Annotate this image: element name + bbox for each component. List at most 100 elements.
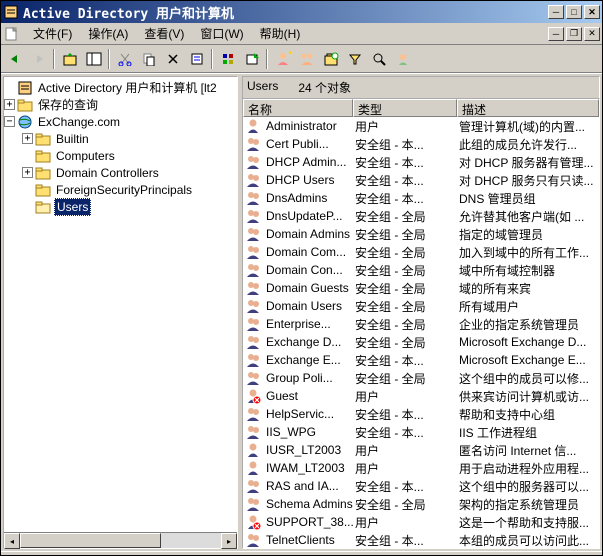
expander-icon[interactable]: + (22, 167, 33, 178)
list-item[interactable]: IUSR_LT2003用户匿名访问 Internet 信... (243, 441, 599, 459)
titlebar[interactable]: Active Directory 用户和计算机 ─ □ ✕ (1, 1, 602, 23)
tree-users[interactable]: Users (4, 198, 237, 215)
refresh-button[interactable] (216, 48, 239, 70)
cut-button[interactable] (113, 48, 136, 70)
tree-view[interactable]: Active Directory 用户和计算机 [lt2+保存的查询−ExCha… (4, 77, 237, 532)
menu-view[interactable]: 查看(V) (136, 23, 192, 44)
tree-node-icon (35, 165, 51, 181)
item-name: HelpServic... (266, 407, 334, 421)
tree-computers[interactable]: Computers (4, 147, 237, 164)
scroll-left-button[interactable]: ◂ (4, 533, 20, 549)
item-type: 安全组 - 本... (353, 478, 457, 495)
tree-root[interactable]: Active Directory 用户和计算机 [lt2 (4, 79, 237, 96)
copy-button[interactable] (137, 48, 160, 70)
expander-icon[interactable]: + (22, 133, 33, 144)
close-button[interactable]: ✕ (584, 5, 600, 19)
forward-button[interactable] (27, 48, 50, 70)
list-item[interactable]: Exchange E...安全组 - 本...Microsoft Exchang… (243, 351, 599, 369)
delete-button[interactable] (161, 48, 184, 70)
group-icon (245, 298, 261, 314)
new-user-button[interactable]: ✦ (271, 48, 294, 70)
item-name: Enterprise... (266, 317, 331, 331)
list-item[interactable]: Exchange D...安全组 - 全局Microsoft Exchange … (243, 333, 599, 351)
expander-icon[interactable]: − (4, 116, 15, 127)
scroll-right-button[interactable]: ▸ (221, 533, 237, 549)
minimize-button[interactable]: ─ (548, 5, 564, 19)
item-name: Domain Users (266, 299, 342, 313)
new-ou-button[interactable] (319, 48, 342, 70)
item-name: Administrator (266, 119, 337, 133)
add-member-button[interactable] (391, 48, 414, 70)
list-item[interactable]: Enterprise... 安全组 - 全局企业的指定系统管理员 (243, 315, 599, 333)
item-type: 安全组 - 本... (353, 532, 457, 549)
item-desc: DNS 管理员组 (457, 190, 599, 207)
list-item[interactable]: Group Poli...安全组 - 全局这个组中的成员可以修... (243, 369, 599, 387)
item-name: Exchange E... (266, 353, 341, 367)
list-item[interactable]: Domain Users安全组 - 全局所有域用户 (243, 297, 599, 315)
tree-saved-queries[interactable]: +保存的查询 (4, 96, 237, 113)
new-group-button[interactable] (295, 48, 318, 70)
menu-file[interactable]: 文件(F) (25, 23, 80, 44)
list-item[interactable]: HelpServic...安全组 - 本...帮助和支持中心组 (243, 405, 599, 423)
list-item[interactable]: DnsAdmins安全组 - 本...DNS 管理员组 (243, 189, 599, 207)
tree-domain[interactable]: −ExChange.com (4, 113, 237, 130)
main-window: Active Directory 用户和计算机 ─ □ ✕ 文件(F) 操作(A… (0, 0, 603, 556)
item-desc: 这是一个帮助和支持服... (457, 514, 599, 531)
item-name: Guest (266, 389, 298, 403)
list-item[interactable]: Domain Com...安全组 - 全局加入到域中的所有工作... (243, 243, 599, 261)
column-type[interactable]: 类型 (353, 99, 457, 117)
show-tree-button[interactable] (82, 48, 105, 70)
item-desc: 企业的指定系统管理员 (457, 316, 599, 333)
item-name: SUPPORT_38... (266, 515, 353, 529)
tree-h-scrollbar[interactable]: ◂ ▸ (4, 532, 237, 548)
column-desc[interactable]: 描述 (457, 99, 599, 117)
back-button[interactable] (3, 48, 26, 70)
list-item[interactable]: RAS and IA...安全组 - 本...这个组中的服务器可以... (243, 477, 599, 495)
list-item[interactable]: DHCP Users安全组 - 本...对 DHCP 服务只有只读... (243, 171, 599, 189)
tree-builtin[interactable]: +Builtin (4, 130, 237, 147)
list-item[interactable]: Cert Publi...安全组 - 本...此组的成员允许发行... (243, 135, 599, 153)
item-name: Group Poli... (266, 371, 333, 385)
list-item[interactable]: Schema Admins安全组 - 全局架构的指定系统管理员 (243, 495, 599, 513)
column-name[interactable]: 名称 (243, 99, 353, 117)
list-view[interactable]: 名称 类型 描述 Administrator用户管理计算机(域)的内置...Ce… (242, 98, 600, 549)
list-item[interactable]: IIS_WPG安全组 - 本...IIS 工作进程组 (243, 423, 599, 441)
tree-fsp[interactable]: ForeignSecurityPrincipals (4, 181, 237, 198)
mdi-restore-button[interactable]: ❐ (566, 27, 582, 41)
list-item[interactable]: Domain Guests安全组 - 全局域的所有来宾 (243, 279, 599, 297)
group-icon (245, 352, 261, 368)
properties-button[interactable] (185, 48, 208, 70)
item-name: IIS_WPG (266, 425, 316, 439)
item-name: DHCP Admin... (266, 155, 346, 169)
group-icon (245, 244, 261, 260)
item-desc: 加入到域中的所有工作... (457, 244, 599, 261)
menu-action[interactable]: 操作(A) (80, 23, 136, 44)
list-item[interactable]: Domain Admins安全组 - 全局指定的域管理员 (243, 225, 599, 243)
menu-window[interactable]: 窗口(W) (192, 23, 251, 44)
item-type: 安全组 - 本... (353, 136, 457, 153)
tree-node-label: ForeignSecurityPrincipals (54, 182, 194, 198)
list-item[interactable]: DHCP Admin...安全组 - 本...对 DHCP 服务器有管理... (243, 153, 599, 171)
menu-help[interactable]: 帮助(H) (252, 23, 309, 44)
tree-node-icon (35, 131, 51, 147)
item-desc: 这个组中的服务器可以... (457, 478, 599, 495)
list-item[interactable]: Guest用户供来宾访问计算机或访... (243, 387, 599, 405)
maximize-button[interactable]: □ (566, 5, 582, 19)
up-button[interactable] (58, 48, 81, 70)
list-item[interactable]: IWAM_LT2003用户用于启动进程外应用程... (243, 459, 599, 477)
mdi-close-button[interactable]: ✕ (584, 27, 600, 41)
find-button[interactable] (367, 48, 390, 70)
expander-icon[interactable]: + (4, 99, 15, 110)
export-list-button[interactable] (240, 48, 263, 70)
list-item[interactable]: Domain Con...安全组 - 全局域中所有域控制器 (243, 261, 599, 279)
list-item[interactable]: SUPPORT_38...用户这是一个帮助和支持服... (243, 513, 599, 531)
item-type: 安全组 - 全局 (353, 316, 457, 333)
filter-button[interactable] (343, 48, 366, 70)
list-item[interactable]: Administrator用户管理计算机(域)的内置... (243, 117, 599, 135)
list-item[interactable]: DnsUpdateP...安全组 - 全局允许替其他客户端(如 ... (243, 207, 599, 225)
list-item[interactable]: TelnetClients安全组 - 本...本组的成员可以访问此... (243, 531, 599, 548)
mdi-minimize-button[interactable]: ─ (548, 27, 564, 41)
group-icon (245, 136, 261, 152)
tree-domain-controllers[interactable]: +Domain Controllers (4, 164, 237, 181)
group-icon (245, 316, 261, 332)
